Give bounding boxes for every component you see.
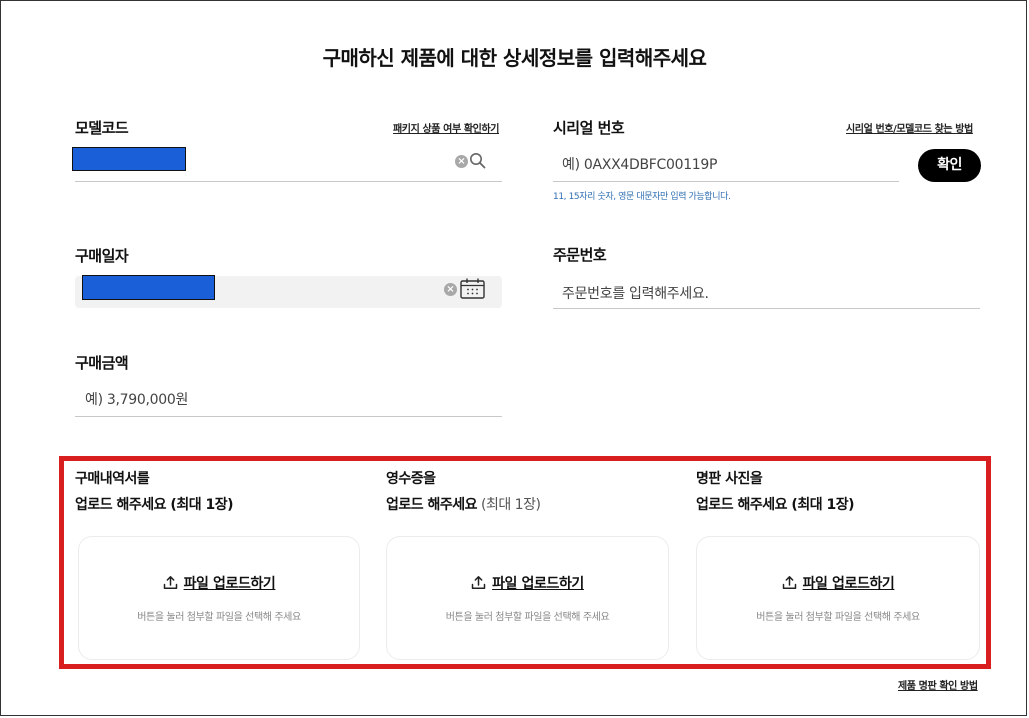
- order-number-input[interactable]: 주문번호를 입력해주세요.: [562, 283, 709, 303]
- upload-help-text: 버튼을 눌러 첨부할 파일을 선택해 주세요: [445, 612, 610, 623]
- upload-title-nameplate: 명판 사진을 업로드 해주세요 (최대 1장): [696, 466, 854, 518]
- clear-icon[interactable]: ×: [455, 155, 468, 168]
- model-code-value-redacted[interactable]: [72, 147, 186, 171]
- upload-title-bold: 업로드 해주세요: [75, 497, 167, 513]
- serial-find-link[interactable]: 시리얼 번호/모델코드 찾는 방법: [846, 120, 973, 135]
- purchase-date-label: 구매일자: [75, 247, 129, 265]
- upload-title-suffix: (최대 1장): [787, 497, 854, 513]
- upload-help-text: 버튼을 눌러 첨부할 파일을 선택해 주세요: [137, 612, 301, 623]
- upload-title-line2: 업로드 해주세요 (최대 1장): [386, 492, 541, 518]
- calendar-icon[interactable]: [460, 278, 485, 303]
- upload-title-purchase-history: 구매내역서를 업로드 해주세요 (최대 1장): [75, 466, 233, 518]
- upload-title-line1: 구매내역서를: [75, 471, 150, 487]
- upload-button-label[interactable]: 파일 업로드하기: [803, 576, 895, 592]
- upload-icon: [471, 576, 486, 589]
- serial-hint: 11, 15자리 숫자, 영문 대문자만 입력 가능합니다.: [553, 192, 731, 202]
- upload-title-line1: 영수증을: [386, 471, 436, 487]
- upload-title-bold: 업로드 해주세요: [386, 497, 478, 513]
- purchase-amount-input[interactable]: 예) 3,790,000원: [85, 389, 188, 409]
- package-check-link[interactable]: 패키지 상품 여부 확인하기: [393, 120, 499, 135]
- nameplate-check-link[interactable]: 제품 명판 확인 방법: [898, 677, 978, 692]
- upload-dropzone-nameplate[interactable]: 파일 업로드하기 버튼을 눌러 첨부할 파일을 선택해 주세요: [696, 536, 980, 660]
- order-number-label: 주문번호: [553, 246, 607, 264]
- confirm-button[interactable]: 확인: [918, 149, 981, 182]
- upload-button-label[interactable]: 파일 업로드하기: [492, 576, 584, 592]
- model-code-underline: [75, 181, 502, 182]
- search-icon[interactable]: [469, 152, 486, 173]
- upload-dropzone-receipt[interactable]: 파일 업로드하기 버튼을 눌러 첨부할 파일을 선택해 주세요: [386, 536, 669, 660]
- upload-title-suffix: (최대 1장): [166, 497, 233, 513]
- upload-title-line2: 업로드 해주세요 (최대 1장): [696, 492, 854, 518]
- upload-dropzone-purchase-history[interactable]: 파일 업로드하기 버튼을 눌러 첨부할 파일을 선택해 주세요: [78, 536, 360, 660]
- clear-icon[interactable]: ×: [444, 283, 457, 296]
- upload-title-line1: 명판 사진을: [696, 471, 763, 487]
- page-title: 구매하신 제품에 대한 상세정보를 입력해주세요: [322, 46, 707, 70]
- upload-title-bold: 업로드 해주세요: [696, 497, 788, 513]
- purchase-amount-underline: [75, 416, 502, 417]
- upload-title-suffix: (최대 1장): [477, 497, 541, 513]
- purchase-amount-label: 구매금액: [75, 354, 129, 372]
- upload-icon: [782, 576, 796, 589]
- upload-button[interactable]: 파일 업로드하기: [79, 573, 359, 593]
- serial-label: 시리얼 번호: [553, 119, 625, 137]
- serial-underline: [553, 181, 899, 182]
- purchase-date-value-redacted[interactable]: [82, 275, 215, 300]
- upload-help-text: 버튼을 눌러 첨부할 파일을 선택해 주세요: [756, 612, 920, 623]
- upload-title-receipt: 영수증을 업로드 해주세요 (최대 1장): [386, 466, 541, 518]
- upload-button[interactable]: 파일 업로드하기: [697, 573, 979, 593]
- upload-icon: [163, 576, 177, 589]
- upload-title-line2: 업로드 해주세요 (최대 1장): [75, 492, 233, 518]
- order-number-underline: [553, 308, 980, 309]
- upload-button[interactable]: 파일 업로드하기: [387, 573, 668, 593]
- upload-button-label[interactable]: 파일 업로드하기: [184, 576, 276, 592]
- serial-input[interactable]: 예) 0AXX4DBFC00119P: [562, 154, 717, 174]
- model-code-label: 모델코드: [75, 119, 129, 137]
